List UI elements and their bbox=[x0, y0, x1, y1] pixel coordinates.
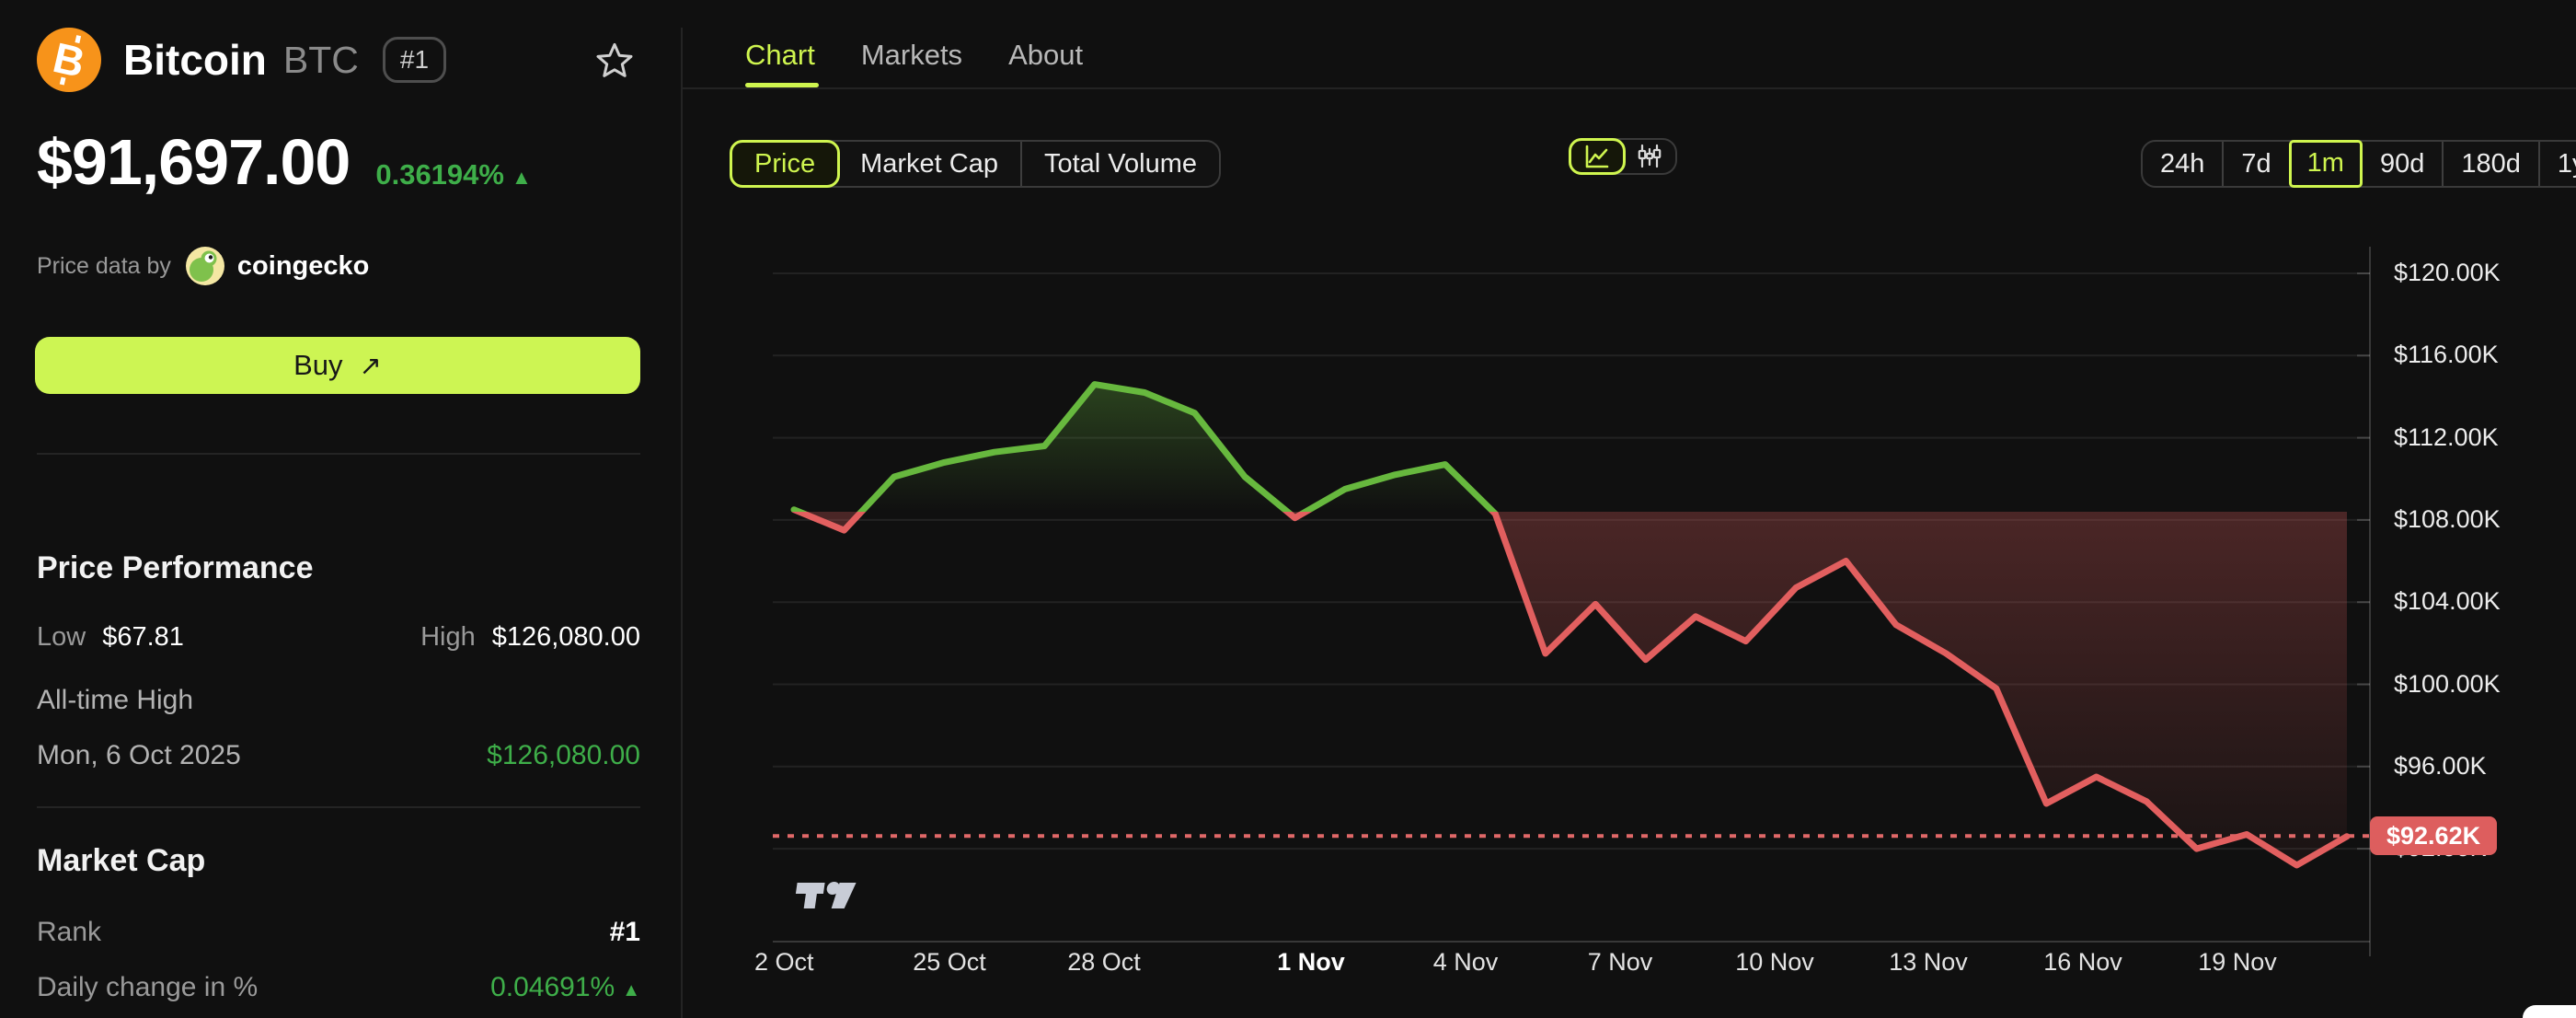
x-axis-label: 7 Nov bbox=[1588, 948, 1653, 977]
x-axis-label: 13 Nov bbox=[1889, 948, 1968, 977]
corner-widget[interactable] bbox=[2523, 1005, 2576, 1018]
x-axis-label: 28 Oct bbox=[1067, 948, 1141, 977]
x-axis-label: 2 Oct bbox=[754, 948, 814, 977]
bitcoin-price-page: { "colors": { "accent_lime": "#CDF553", … bbox=[0, 0, 2576, 1018]
y-axis-label: $112.00K bbox=[2394, 423, 2499, 452]
x-axis-label: 1 Nov bbox=[1277, 948, 1345, 977]
y-axis-label: $100.00K bbox=[2394, 670, 2501, 699]
x-axis-label: 25 Oct bbox=[913, 948, 986, 977]
y-axis-label: $108.00K bbox=[2394, 505, 2501, 534]
x-axis-label: 4 Nov bbox=[1433, 948, 1499, 977]
x-axis-label: 19 Nov bbox=[2198, 948, 2277, 977]
chart-svg bbox=[0, 0, 2576, 1018]
tradingview-logo-icon[interactable] bbox=[789, 873, 859, 923]
y-axis-label: $120.00K bbox=[2394, 259, 2501, 287]
x-axis-label: 10 Nov bbox=[1735, 948, 1814, 977]
y-axis-label: $96.00K bbox=[2394, 752, 2487, 781]
y-axis-label: $116.00K bbox=[2394, 341, 2499, 369]
x-axis-label: 16 Nov bbox=[2043, 948, 2122, 977]
y-axis-label: $104.00K bbox=[2394, 587, 2501, 616]
current-price-badge: $92.62K bbox=[2370, 816, 2497, 855]
